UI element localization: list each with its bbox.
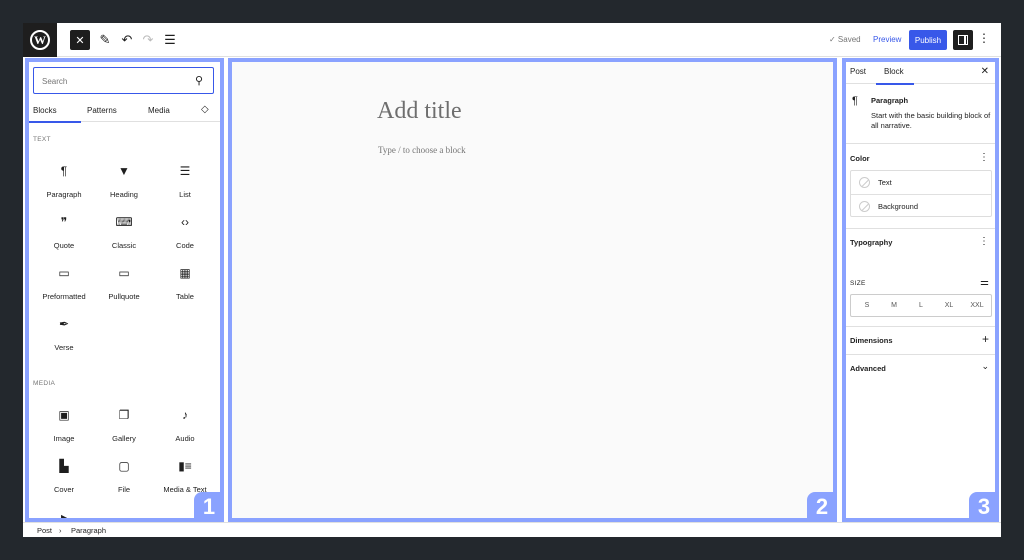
badge-1: 1	[194, 492, 224, 522]
saved-status: ✓ Saved	[829, 35, 861, 44]
document-overview-button[interactable]: ☰	[160, 30, 180, 50]
panel-highlight-2	[228, 58, 837, 522]
undo-button[interactable]: ↶	[117, 30, 137, 50]
list-view-icon: ☰	[164, 32, 176, 47]
top-toolbar: W ✕ ✎ ↶ ↷ ☰ ✓ Saved Preview Publish ⋮	[23, 23, 1001, 57]
tools-button[interactable]: ✎	[95, 30, 115, 50]
chevron-right-icon: ›	[59, 526, 62, 535]
close-inserter-button[interactable]: ✕	[70, 30, 90, 50]
breadcrumb-post[interactable]: Post	[37, 526, 52, 535]
panel-highlight-1	[25, 58, 224, 522]
panel-highlight-3	[842, 58, 999, 522]
badge-2: 2	[807, 492, 837, 522]
wordpress-logo-icon: W	[30, 30, 50, 50]
breadcrumb: Post › Paragraph	[23, 522, 1001, 537]
more-vertical-icon: ⋮	[978, 31, 990, 45]
wordpress-logo-button[interactable]: W	[23, 23, 57, 57]
options-menu-button[interactable]: ⋮	[978, 32, 990, 44]
publish-button[interactable]: Publish	[909, 30, 947, 50]
redo-button[interactable]: ↷	[138, 30, 158, 50]
undo-icon: ↶	[121, 32, 133, 47]
sidebar-icon	[958, 35, 968, 45]
redo-icon: ↷	[142, 32, 154, 47]
close-icon: ✕	[75, 34, 85, 47]
badge-3: 3	[969, 492, 999, 522]
preview-button[interactable]: Preview	[873, 35, 901, 44]
settings-toggle-button[interactable]	[953, 30, 973, 50]
breadcrumb-paragraph[interactable]: Paragraph	[71, 526, 106, 535]
editor-app: W ✕ ✎ ↶ ↷ ☰ ✓ Saved Preview Publish ⋮ Se…	[23, 23, 1001, 537]
pen-icon: ✎	[99, 32, 111, 47]
